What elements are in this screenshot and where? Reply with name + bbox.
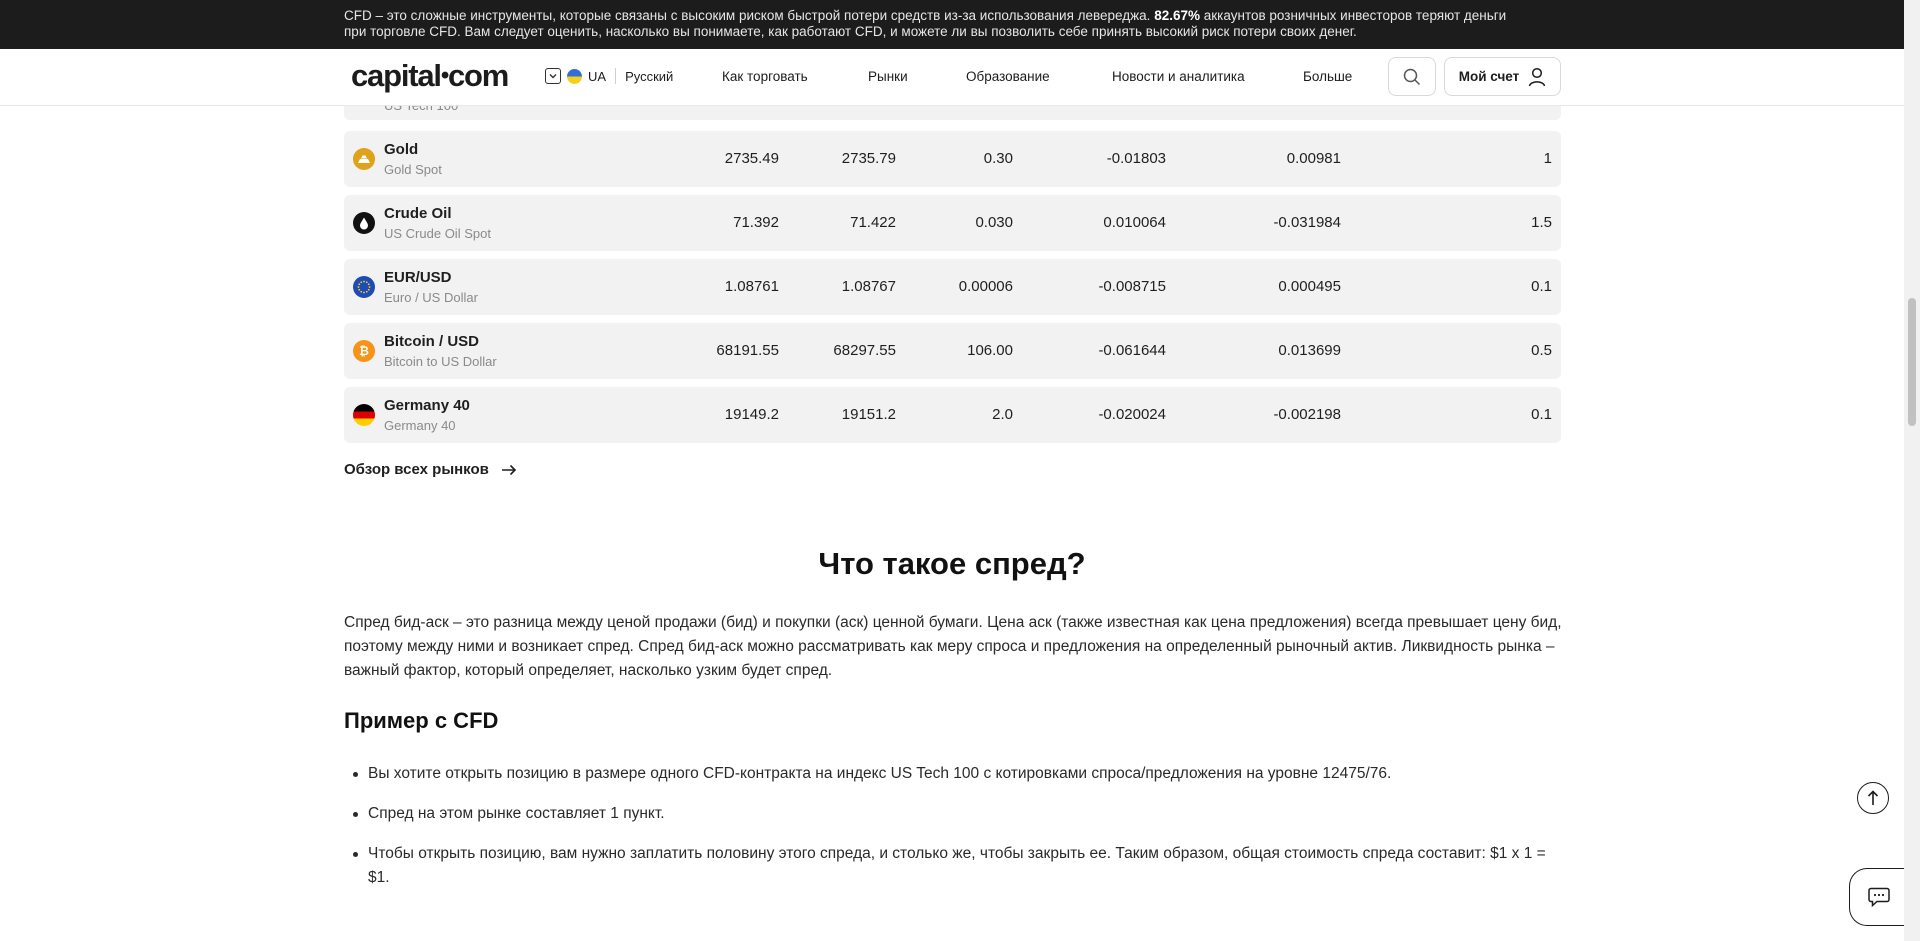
market-subtitle: Euro / US Dollar	[384, 290, 478, 305]
sell-price: 19149.2	[724, 406, 779, 423]
nav-news-analytics[interactable]: Новости и аналитика	[1112, 69, 1245, 84]
country-code: UA	[588, 68, 607, 84]
overnight-long: -0.020024	[1098, 406, 1166, 423]
divider	[615, 68, 617, 84]
nav-markets[interactable]: Рынки	[868, 69, 908, 84]
bitcoin-icon: ₿	[353, 340, 375, 362]
overnight-short: 0.013699	[1278, 342, 1341, 359]
market-row-bitcoin-usd[interactable]: ₿ Bitcoin / USD Bitcoin to US Dollar 681…	[344, 323, 1561, 379]
market-name: Gold	[384, 141, 419, 158]
overnight-short: -0.002198	[1273, 406, 1341, 423]
overnight-long: -0.01803	[1106, 150, 1166, 167]
nav-how-to-trade[interactable]: Как торговать	[722, 69, 808, 84]
arrow-right-icon	[501, 464, 517, 475]
scroll-to-top-button[interactable]	[1857, 782, 1889, 814]
sell-price: 1.08761	[724, 278, 779, 295]
margin-value: 0.1	[1531, 278, 1552, 295]
all-markets-link[interactable]: Обзор всех рынков	[344, 461, 517, 478]
market-name: Bitcoin / USD	[384, 333, 480, 350]
market-name: Germany 40	[384, 397, 470, 414]
spread-definition-paragraph: Спред бид-аск – это разница между ценой …	[344, 614, 1562, 679]
example-title: Пример с CFD	[344, 708, 499, 733]
market-name: Crude Oil	[384, 205, 452, 222]
example-list: Вы хотите открыть позицию в размере одно…	[344, 762, 1564, 906]
my-account-label: Мой счет	[1458, 69, 1520, 84]
chat-icon	[1867, 887, 1890, 907]
margin-value: 0.1	[1531, 406, 1552, 423]
market-subtitle: Bitcoin to US Dollar	[384, 354, 497, 369]
overnight-short: 0.000495	[1278, 278, 1341, 295]
spread-value: 2.0	[992, 406, 1013, 423]
market-row-germany-40[interactable]: Germany 40 Germany 40 19149.2 19151.2 2.…	[344, 387, 1561, 443]
sell-price: 68191.55	[716, 342, 779, 359]
overnight-short: 0.00981	[1286, 150, 1341, 167]
oil-drop-icon	[353, 212, 375, 234]
buy-price: 1.08767	[841, 278, 896, 295]
sell-price: 71.392	[733, 214, 779, 231]
capital-com-logo[interactable]: capital•com	[351, 58, 509, 94]
risk-warning-text: CFD – это сложные инструменты, которые с…	[344, 8, 1507, 39]
buy-price: 2735.79	[841, 150, 896, 167]
margin-value: 0.5	[1531, 342, 1552, 359]
eu-flag-icon	[353, 276, 375, 298]
list-item: Чтобы открыть позицию, вам нужно заплати…	[344, 842, 1564, 890]
nav-more[interactable]: Больше	[1303, 69, 1352, 84]
spread-value: 106.00	[967, 342, 1013, 359]
overnight-long: 0.010064	[1103, 214, 1166, 231]
chat-button[interactable]	[1849, 868, 1907, 926]
language-label: Русский	[625, 68, 674, 84]
list-item: Вы хотите открыть позицию в размере одно…	[344, 762, 1564, 786]
ukraine-flag-icon	[567, 68, 582, 84]
user-icon	[1528, 67, 1546, 86]
spread-value: 0.030	[975, 214, 1013, 231]
search-icon	[1403, 68, 1421, 85]
market-row-gold[interactable]: Gold Gold Spot 2735.49 2735.79 0.30 -0.0…	[344, 131, 1561, 187]
my-account-button[interactable]: Мой счет	[1444, 57, 1561, 96]
market-subtitle: US Crude Oil Spot	[384, 226, 491, 241]
germany-flag-icon	[353, 404, 375, 426]
overnight-short: -0.031984	[1273, 214, 1341, 231]
market-row-crude-oil[interactable]: Crude Oil US Crude Oil Spot 71.392 71.42…	[344, 195, 1561, 251]
spread-value: 0.30	[983, 150, 1013, 167]
arrow-up-icon	[1867, 790, 1879, 805]
buy-price: 19151.2	[841, 406, 896, 423]
list-item: Спред на этом рынке составляет 1 пункт.	[344, 802, 1564, 826]
overnight-long: -0.061644	[1098, 342, 1166, 359]
language-selector[interactable]: UA Русский	[545, 68, 673, 84]
margin-value: 1.5	[1531, 214, 1552, 231]
risk-percent: 82.67%	[1154, 8, 1200, 23]
page-scrollbar[interactable]	[1904, 0, 1920, 941]
market-subtitle: Germany 40	[384, 418, 456, 433]
market-row-eur-usd[interactable]: EUR/USD Euro / US Dollar 1.08761 1.08767…	[344, 259, 1561, 315]
nav-education[interactable]: Образование	[966, 69, 1050, 84]
margin-value: 1	[1543, 150, 1552, 167]
risk-warning-banner: CFD – это сложные инструменты, которые с…	[0, 0, 1904, 49]
market-subtitle: Gold Spot	[384, 162, 442, 177]
sell-price: 2735.49	[724, 150, 779, 167]
search-button[interactable]	[1388, 57, 1436, 96]
section-title: Что такое спред?	[818, 546, 1086, 581]
buy-price: 68297.55	[833, 342, 896, 359]
buy-price: 71.422	[850, 214, 896, 231]
scrollbar-thumb[interactable]	[1908, 298, 1916, 426]
market-name: EUR/USD	[384, 269, 452, 286]
gold-icon	[353, 148, 375, 170]
spread-value: 0.00006	[958, 278, 1013, 295]
chevron-down-icon	[545, 68, 561, 84]
overnight-long: -0.008715	[1098, 278, 1166, 295]
site-header: capital•com UA Русский Как торговать Рын…	[0, 49, 1904, 106]
